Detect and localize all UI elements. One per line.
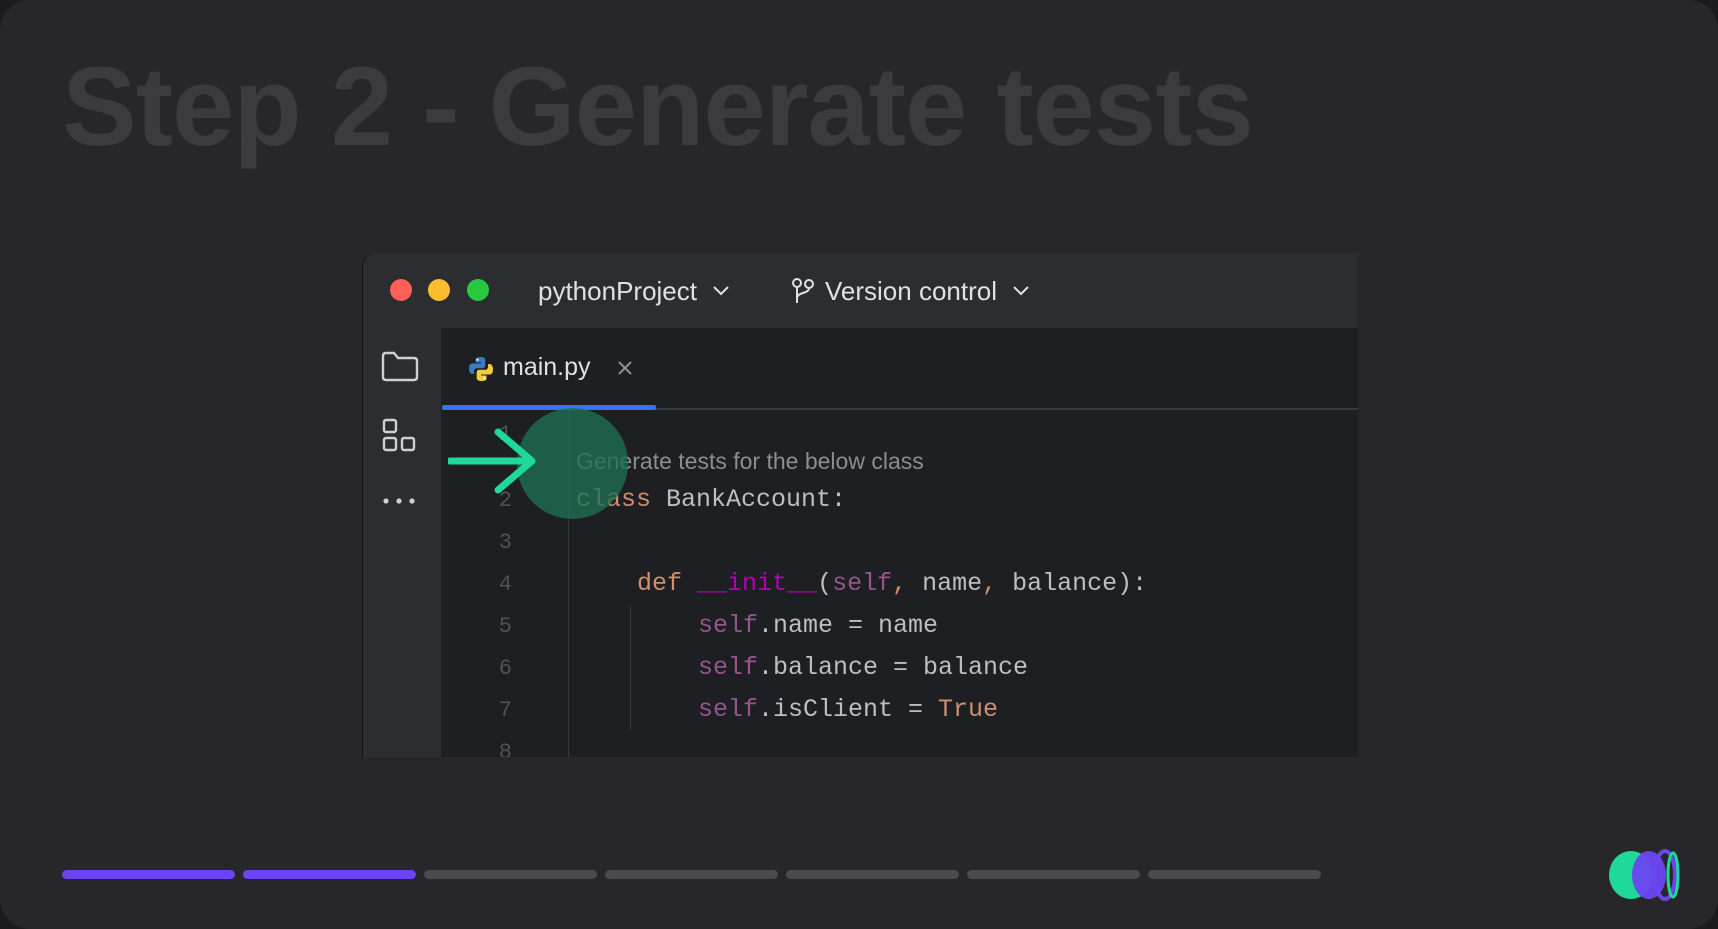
code-text: .isClient =: [758, 695, 939, 724]
chevron-down-icon: [713, 286, 729, 296]
slide: Step 2 - Generate tests pythonProject Ve: [0, 0, 1718, 929]
code-line-4: def __init__(self, name, balance):: [637, 569, 1147, 598]
code-text: .balance = balance: [758, 653, 1029, 682]
code-text: .name = name: [758, 611, 939, 640]
progress-segment: [424, 870, 597, 879]
line-number: 4: [498, 572, 512, 597]
tab-label: main.py: [503, 353, 591, 381]
ai-prompt-hint: Generate tests for the below class: [576, 448, 924, 474]
tab-main-py[interactable]: main.py: [442, 328, 656, 410]
more-icon[interactable]: [381, 496, 417, 506]
code-punctuation: ,: [892, 569, 908, 598]
branch-icon: [792, 278, 814, 303]
function-name: __init__: [697, 569, 818, 598]
code-text: (: [817, 569, 833, 598]
folder-icon[interactable]: [381, 350, 419, 382]
self-keyword: self: [698, 695, 759, 724]
chevron-down-icon: [1013, 286, 1029, 296]
close-window-button[interactable]: [390, 279, 412, 301]
self-keyword: self: [698, 653, 759, 682]
project-name: pythonProject: [538, 275, 697, 306]
code-text: balance):: [997, 569, 1148, 598]
minimize-window-button[interactable]: [428, 279, 450, 301]
ide-window: pythonProject Version control main.py 1 …: [362, 253, 1358, 757]
line-number: 8: [498, 740, 512, 757]
brand-logo-icon: [1609, 849, 1680, 901]
slide-title: Step 2 - Generate tests: [62, 44, 1254, 169]
structure-icon[interactable]: [381, 418, 417, 454]
progress-segment: [786, 870, 959, 879]
version-control-menu[interactable]: Version control: [791, 271, 1029, 311]
self-keyword: self: [698, 611, 759, 640]
progress-segment: [967, 870, 1140, 879]
python-file-icon: [469, 357, 493, 381]
tool-sidebar: [363, 328, 442, 757]
line-number: 6: [498, 656, 512, 681]
arrow-right-icon: [448, 428, 536, 494]
code-line-6: self.balance = balance: [698, 653, 1028, 682]
line-number: 3: [498, 530, 512, 555]
line-number: 7: [498, 698, 512, 723]
keyword: def: [637, 569, 683, 598]
vcs-label: Version control: [825, 275, 997, 306]
code-line-7: self.isClient = True: [698, 695, 998, 724]
maximize-window-button[interactable]: [467, 279, 489, 301]
self-keyword: self: [832, 569, 893, 598]
progress-segment: [243, 870, 416, 879]
progress-segment: [605, 870, 778, 879]
progress-segment: [1148, 870, 1321, 879]
close-icon[interactable]: [617, 360, 633, 376]
indent-guide: [630, 605, 631, 730]
code-punctuation: ,: [982, 569, 998, 598]
editor-tab-bar: main.py: [442, 328, 1358, 410]
title-bar: pythonProject Version control: [363, 253, 1358, 328]
project-selector[interactable]: pythonProject: [538, 271, 729, 311]
progress-segment: [62, 870, 235, 879]
line-number: 5: [498, 614, 512, 639]
code-line-5: self.name = name: [698, 611, 938, 640]
code-text: BankAccount:: [651, 485, 847, 514]
keyword: True: [938, 695, 999, 724]
code-text: name: [907, 569, 983, 598]
